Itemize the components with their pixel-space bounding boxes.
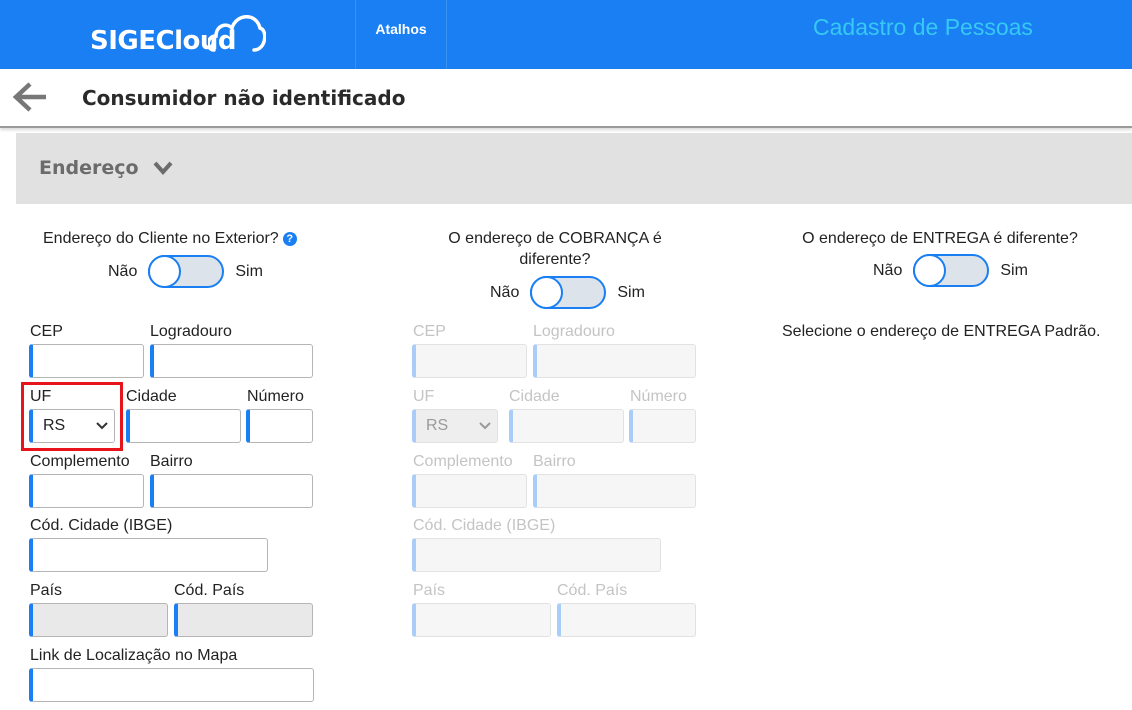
help-icon[interactable]: ? — [282, 232, 297, 246]
bairro-label: Bairro — [150, 453, 193, 470]
pais-label: País — [30, 582, 63, 599]
toggle-knob — [530, 276, 564, 309]
billing-bairro-label: Bairro — [533, 453, 576, 470]
numero-label: Número — [247, 388, 304, 405]
sige-cloud-logo[interactable]: SIGECloud — [90, 4, 270, 60]
app-title: Cadastro de Pessoas — [813, 14, 1033, 40]
toggle-knob — [913, 254, 947, 287]
billing-cep-input — [412, 344, 527, 378]
pais-input[interactable] — [29, 603, 168, 637]
page-header: Consumidor não identificado — [0, 69, 1132, 128]
numero-input[interactable] — [246, 409, 313, 443]
logradouro-input[interactable] — [150, 344, 313, 378]
cod-pais-label: Cód. País — [174, 582, 245, 599]
uf-highlight-box — [21, 382, 123, 451]
billing-uf-select: RS — [412, 409, 498, 443]
exterior-toggle-row: Não Sim — [108, 255, 263, 288]
toggle-on-label: Sim — [1000, 261, 1028, 279]
billing-logradouro-label: Logradouro — [533, 323, 615, 340]
toggle-off-label: Não — [108, 262, 138, 280]
billing-uf-selected-value: RS — [426, 417, 449, 434]
toggle-on-label: Sim — [235, 262, 263, 280]
toggle-knob — [148, 255, 182, 288]
page-title: Consumidor não identificado — [82, 86, 406, 110]
chevron-down-icon[interactable] — [153, 160, 173, 176]
billing-cod-cidade-label: Cód. Cidade (IBGE) — [413, 517, 556, 534]
exterior-question-text: Endereço do Cliente no Exterior? — [43, 230, 279, 247]
billing-question: O endereço de COBRANÇA é diferente? — [430, 228, 680, 270]
delivery-toggle-row: Não Sim — [873, 254, 1028, 287]
cep-input[interactable] — [29, 344, 144, 378]
logo-sige: SIGE — [90, 26, 156, 56]
cod-pais-input[interactable] — [174, 603, 313, 637]
link-mapa-label: Link de Localização no Mapa — [30, 647, 238, 664]
billing-cod-pais-input — [557, 603, 696, 637]
billing-pais-input — [412, 603, 551, 637]
billing-cidade-input — [509, 409, 624, 443]
shortcuts-menu[interactable]: Atalhos — [355, 0, 447, 69]
cidade-label: Cidade — [126, 388, 177, 405]
billing-numero-label: Número — [630, 388, 687, 405]
complemento-label: Complemento — [30, 453, 130, 470]
complemento-input[interactable] — [29, 474, 144, 508]
section-title: Endereço — [39, 157, 139, 179]
toggle-off-label: Não — [873, 261, 903, 279]
toggle-on-label: Sim — [617, 283, 645, 301]
exterior-toggle[interactable] — [148, 255, 225, 288]
billing-toggle[interactable] — [530, 276, 607, 309]
cod-cidade-label: Cód. Cidade (IBGE) — [30, 517, 173, 534]
billing-pais-label: País — [413, 582, 446, 599]
billing-question-line1: O endereço de COBRANÇA é — [448, 230, 662, 247]
cod-cidade-input[interactable] — [29, 538, 268, 572]
delivery-question-text: O endereço de ENTREGA é diferente? — [802, 230, 1078, 247]
link-mapa-input[interactable] — [29, 668, 314, 702]
billing-cep-label: CEP — [413, 323, 446, 340]
delivery-toggle[interactable] — [913, 254, 990, 287]
toggle-off-label: Não — [490, 283, 520, 301]
cidade-input[interactable] — [126, 409, 241, 443]
cep-label: CEP — [30, 323, 63, 340]
top-bar: SIGECloud Atalhos Cadastro de Pessoas — [0, 0, 1132, 69]
section-endereco-header[interactable]: Endereço — [16, 133, 1132, 204]
delivery-question: O endereço de ENTREGA é diferente? — [790, 228, 1090, 249]
billing-logradouro-input — [533, 344, 696, 378]
arrow-left-icon[interactable] — [12, 81, 48, 113]
billing-question-line2: diferente? — [519, 251, 591, 268]
billing-toggle-row: Não Sim — [490, 276, 645, 309]
billing-complemento-input — [412, 474, 527, 508]
billing-cod-cidade-input — [412, 538, 661, 572]
billing-cidade-label: Cidade — [509, 388, 560, 405]
bairro-input[interactable] — [150, 474, 313, 508]
chevron-down-icon — [479, 422, 491, 430]
delivery-note: Selecione o endereço de ENTREGA Padrão. — [782, 323, 1101, 340]
billing-numero-input — [629, 409, 696, 443]
logradouro-label: Logradouro — [150, 323, 232, 340]
logo-text: SIGECloud — [90, 26, 237, 56]
exterior-question: Endereço do Cliente no Exterior?? — [43, 228, 303, 249]
logo-cloud: Cloud — [155, 26, 237, 56]
billing-bairro-input — [533, 474, 696, 508]
billing-uf-label: UF — [413, 388, 435, 405]
billing-cod-pais-label: Cód. País — [557, 582, 628, 599]
billing-complemento-label: Complemento — [413, 453, 513, 470]
